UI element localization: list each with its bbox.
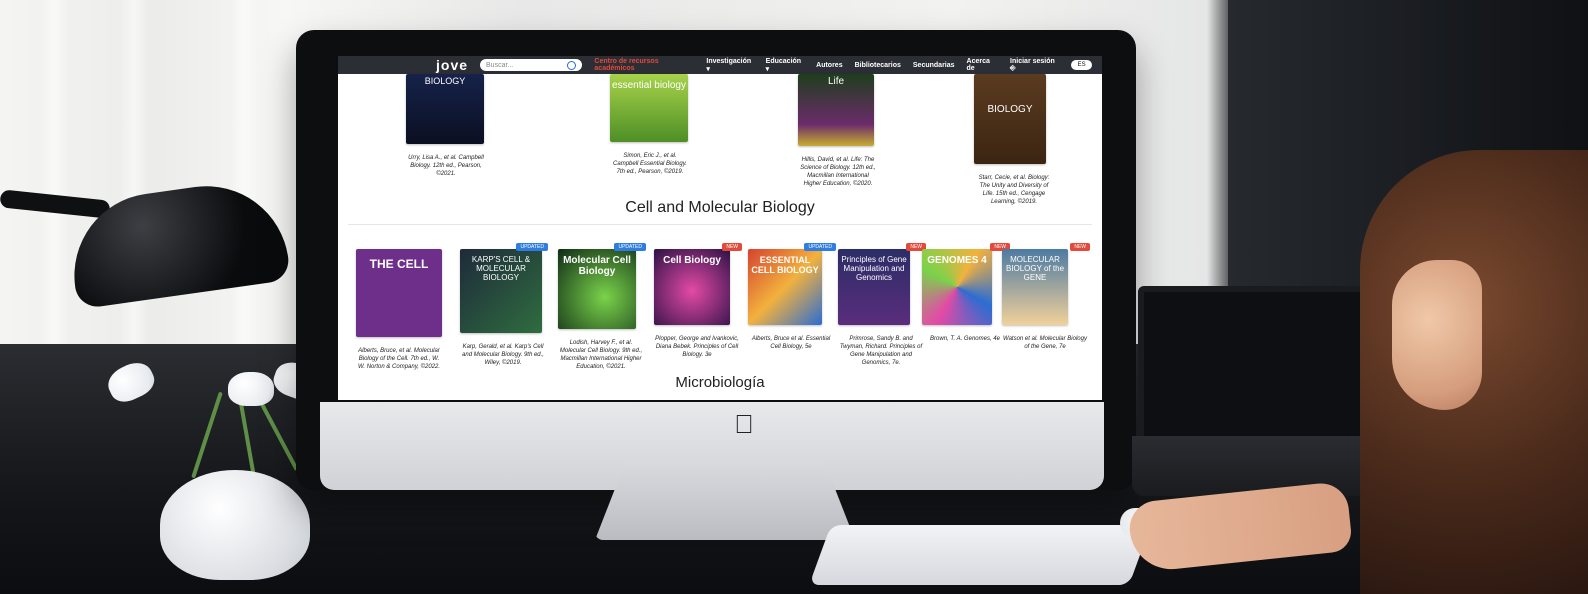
section-title-microbiology: Microbiología [675,374,765,391]
search-placeholder: Buscar... [486,61,514,69]
book-citation: Plopper, George and Ivankovic, Diana Beb… [655,336,739,358]
book-card[interactable]: BIOLOGY Urry, Lisa A., et al. Campbell B… [406,74,486,178]
book-citation: Primrose, Sandy B. and Twyman, Richard. … [839,336,923,366]
section-divider [348,224,1092,225]
person-face [1392,260,1482,410]
book-citation: Alberts, Bruce, et al. Molecular Biology… [357,348,441,370]
book-card[interactable]: essential biology Simon, Eric J., et al.… [610,74,690,176]
nav-item-research[interactable]: Investigación ▾ [706,58,753,73]
book-citation: Alberts, Bruce et al. Essential Cell Bio… [751,336,831,350]
book-card[interactable]: UPDATED KARP'S CELL & MOLECULAR BIOLOGY … [460,243,548,367]
nav-item-secondary[interactable]: Secundarias [913,62,955,69]
book-card[interactable]: UPDATED ESSENTIAL CELL BIOLOGY Alberts, … [748,243,836,351]
imac-stand [595,460,855,540]
nav-item-about[interactable]: Acerca de [967,58,999,72]
imac-screen: jove Buscar... Centro de recursos académ… [338,56,1102,400]
page-content: BIOLOGY Urry, Lisa A., et al. Campbell B… [338,74,1102,400]
book-cover: BIOLOGY [406,74,484,144]
book-badge: UPDATED [516,243,548,251]
book-citation: Hillis, David, et al. Life: The Science … [800,157,876,187]
book-badge: UPDATED [614,243,646,251]
section-title-cell-molecular-biology: Cell and Molecular Biology [625,199,815,216]
book-cover: BIOLOGY [974,74,1046,164]
book-citation: Watson et al. Molecular Biology of the G… [1003,336,1087,350]
book-card[interactable]: NEW GENOMES 4 Brown, T. A. Genomes, 4e [922,243,1010,343]
nav-item-authors[interactable]: Autores [816,62,842,69]
book-cover: KARP'S CELL & MOLECULAR BIOLOGY [460,249,542,333]
laptop [1132,286,1400,496]
book-cover: ESSENTIAL CELL BIOLOGY [748,249,822,325]
language-toggle[interactable]: ES [1071,60,1092,70]
apple-logo-icon:  [732,411,756,437]
book-card[interactable]: THE CELL Alberts, Bruce, et al. Molecula… [356,249,442,371]
white-vase [160,470,310,580]
book-cover: Cell Biology [654,249,730,325]
photo-scene:  jove Buscar... Centro de recursos acad… [0,0,1588,594]
book-cover: THE CELL [356,249,442,337]
laptop-keyboard-deck [1132,436,1394,496]
book-badge: NEW [722,243,742,251]
book-citation: Lodish, Harvey F., et al. Molecular Cell… [559,340,643,370]
book-card[interactable]: NEW Cell Biology Plopper, George and Iva… [654,243,742,359]
book-cover: essential biology [610,74,688,142]
search-icon[interactable] [567,60,577,70]
book-citation: Simon, Eric J., et al. Campbell Essentia… [613,153,687,175]
book-card[interactable]: NEW Principles of Gene Manipulation and … [838,243,926,367]
book-card[interactable]: UPDATED Molecular Cell Biology Lodish, H… [558,243,646,371]
keyboard [809,525,1151,585]
book-cover: GENOMES 4 [922,249,992,325]
site-nav-bar: jove Buscar... Centro de recursos académ… [338,56,1102,74]
book-badge: UPDATED [804,243,836,251]
book-citation: Brown, T. A. Genomes, 4e [930,336,1000,342]
book-card[interactable]: Life Hillis, David, et al. Life: The Sci… [798,74,878,188]
book-cover: Life [798,74,874,146]
book-citation: Urry, Lisa A., et al. Campbell Biology. … [408,155,484,177]
book-cover: Principles of Gene Manipulation and Geno… [838,249,910,325]
nav-item-sign-in[interactable]: Iniciar sesión ⎆ [1010,58,1059,73]
book-cover: Molecular Cell Biology [558,249,636,329]
nav-item-librarians[interactable]: Bibliotecarios [855,62,901,69]
book-cover: MOLECULAR BIOLOGY of the GENE [1002,249,1068,325]
search-input[interactable]: Buscar... [480,59,583,71]
book-citation: Karp, Gerald, et al. Karp's Cell and Mol… [462,344,544,366]
cell-biology-books-row: THE CELL Alberts, Bruce, et al. Molecula… [356,243,1090,379]
nav-item-academic-resource-center[interactable]: Centro de recursos académicos [594,58,694,72]
jove-logo[interactable]: jove [436,57,468,73]
tulip-flower [228,372,274,406]
book-badge: NEW [1070,243,1090,251]
book-card[interactable]: NEW MOLECULAR BIOLOGY of the GENE Watson… [1002,243,1090,351]
book-card[interactable]: BIOLOGY Starr, Cecie, et al. Biology: Th… [974,74,1054,206]
nav-item-education[interactable]: Educación ▾ [766,58,804,73]
